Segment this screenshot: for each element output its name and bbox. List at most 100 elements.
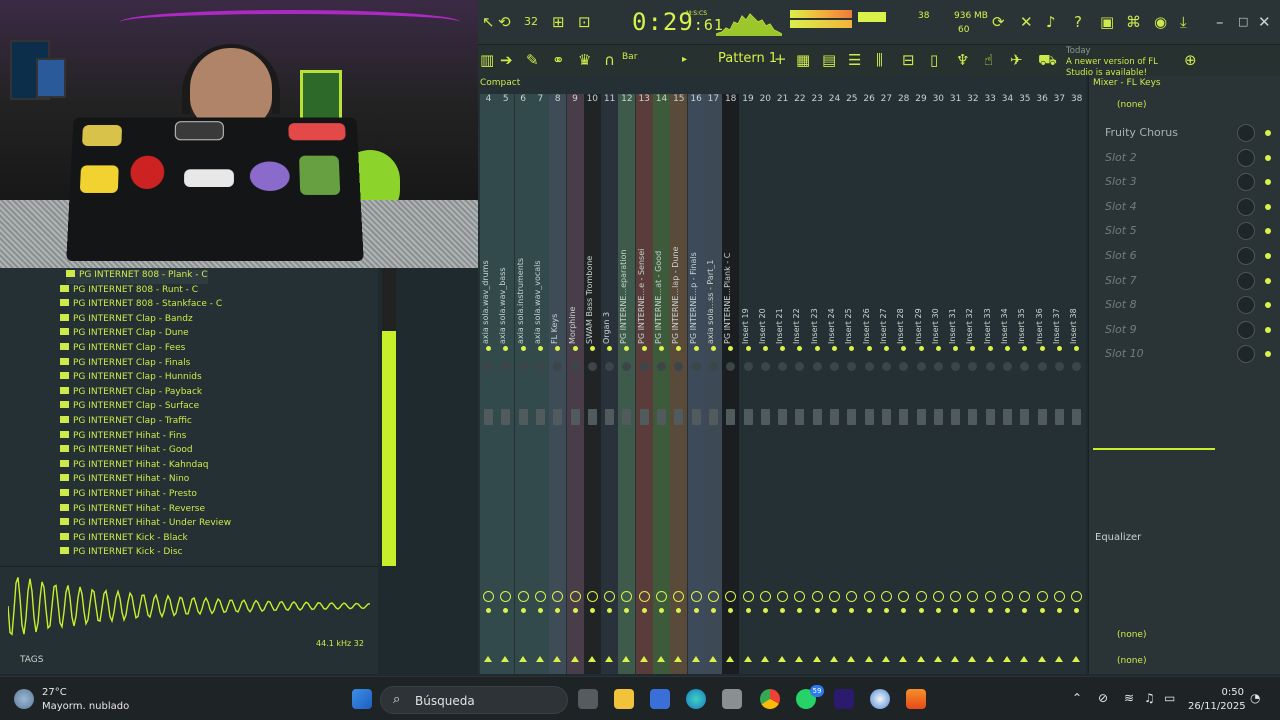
route-button[interactable] (1019, 591, 1031, 602)
send-arrow-icon[interactable] (864, 656, 873, 662)
input-select[interactable]: (none) (1117, 656, 1146, 666)
tags-label[interactable]: TAGS (20, 655, 43, 665)
notification-icon[interactable]: ◔ (1250, 691, 1260, 705)
mixer-track[interactable]: 31 Insert 31 (947, 94, 964, 674)
route-button[interactable] (552, 591, 564, 602)
chat-icon[interactable]: ◉ (1154, 14, 1167, 30)
send-arrow-icon[interactable] (639, 656, 648, 662)
volume-fader[interactable] (484, 409, 493, 425)
browser-item[interactable]: PG INTERNET Hihat - Reverse (60, 503, 205, 518)
pan-knob[interactable] (985, 362, 995, 371)
pan-knob[interactable] (570, 362, 580, 371)
file-icon[interactable]: ▯ (930, 52, 938, 68)
mixer-track[interactable]: 11 Organ 3 (601, 94, 619, 674)
volume-fader[interactable] (881, 409, 891, 425)
effect-slot[interactable]: Slot 2 (1097, 147, 1275, 169)
globe-icon[interactable]: ⊕ (1184, 52, 1197, 68)
pan-knob[interactable] (622, 362, 632, 371)
mixer-track[interactable]: 14 PG INTERNE...at - Good (653, 94, 670, 674)
track-led[interactable] (676, 346, 682, 351)
weather-desc[interactable]: Mayorm. nublado (42, 701, 129, 712)
route-button[interactable] (898, 591, 910, 602)
mix-knob[interactable] (1237, 320, 1255, 339)
mix-knob[interactable] (1237, 222, 1255, 241)
pattern-mode-icon[interactable]: ▥ (480, 52, 494, 68)
route-button[interactable] (690, 591, 702, 602)
mix-knob[interactable] (1237, 148, 1255, 167)
browser-item[interactable]: PG INTERNET Clap - Finals (60, 357, 190, 372)
pan-knob[interactable] (484, 362, 493, 371)
channel-rack-icon[interactable]: ☰ (848, 52, 861, 68)
task-view-icon[interactable] (578, 689, 598, 709)
volume-fader[interactable] (501, 409, 511, 425)
volume-fader[interactable] (622, 409, 632, 425)
pan-knob[interactable] (1037, 362, 1047, 371)
loop-icon[interactable]: ⟲ (498, 14, 511, 30)
pan-knob[interactable] (1003, 362, 1012, 371)
route-button[interactable] (967, 591, 979, 602)
send-arrow-icon[interactable] (1003, 656, 1011, 662)
send-led[interactable] (520, 608, 526, 613)
maps-icon[interactable] (870, 689, 890, 709)
output-select[interactable]: (none) (1117, 630, 1146, 640)
pan-knob[interactable] (743, 362, 753, 371)
send-arrow-icon[interactable] (968, 656, 977, 662)
track-led[interactable] (883, 346, 889, 351)
route-button[interactable] (1002, 591, 1013, 602)
pan-knob[interactable] (605, 362, 615, 371)
track-led[interactable] (987, 346, 993, 351)
send-arrow-icon[interactable] (1054, 656, 1063, 662)
send-arrow-icon[interactable] (778, 656, 787, 662)
send-led[interactable] (866, 608, 872, 613)
route-button[interactable] (483, 591, 494, 602)
route-button[interactable] (759, 591, 771, 602)
route-button[interactable] (638, 591, 650, 602)
volume-fader[interactable] (1003, 409, 1012, 425)
volume-fader[interactable] (778, 409, 788, 425)
send-arrow-icon[interactable] (812, 656, 821, 662)
mixer-track[interactable]: 23 Insert 23 (809, 94, 826, 674)
plugin-picker-icon[interactable]: ♆ (956, 52, 969, 68)
pan-knob[interactable] (657, 362, 666, 371)
link-icon[interactable]: ⚭ (552, 52, 565, 68)
send-arrow-icon[interactable] (899, 656, 908, 662)
track-led[interactable] (935, 346, 941, 351)
route-button[interactable] (984, 591, 996, 602)
volume-fader[interactable] (570, 409, 580, 425)
taskbar-time[interactable]: 0:50 (1188, 687, 1244, 698)
send-led[interactable] (486, 608, 491, 613)
mixer-track[interactable]: 29 Insert 29 (913, 94, 930, 674)
slot-led[interactable] (1265, 302, 1271, 309)
mix-knob[interactable] (1237, 124, 1255, 142)
route-button[interactable] (1053, 591, 1065, 602)
route-button[interactable] (863, 591, 875, 602)
send-led[interactable] (901, 608, 907, 613)
browser-item[interactable]: PG INTERNET Hihat - Fins (60, 430, 186, 445)
mixer-track[interactable]: 38 Insert 38 (1068, 94, 1085, 674)
edge-icon[interactable] (686, 689, 706, 709)
magnet-icon[interactable]: ∩ (604, 52, 615, 68)
send-led[interactable] (797, 608, 803, 613)
send-arrow-icon[interactable] (570, 656, 579, 662)
track-led[interactable] (641, 346, 647, 351)
mixer-track[interactable]: 36 Insert 36 (1034, 94, 1051, 674)
mixer-track[interactable]: 17 axia sola...ss - Part_1 (704, 94, 722, 674)
send-led[interactable] (970, 608, 976, 613)
start-icon[interactable] (352, 689, 372, 709)
send-led[interactable] (537, 608, 543, 613)
browser-item[interactable]: PG INTERNET Kick - Black (60, 532, 188, 547)
mixer-icon[interactable]: ⫼ (876, 52, 883, 68)
track-led[interactable] (866, 346, 872, 351)
track-led[interactable] (1056, 346, 1062, 351)
volume-fader[interactable] (951, 409, 961, 425)
route-button[interactable] (707, 591, 719, 602)
send-led[interactable] (1039, 608, 1045, 613)
volume-fader[interactable] (830, 409, 839, 425)
route-button[interactable] (500, 591, 512, 602)
tray-chevron-icon[interactable]: ⌃ (1072, 691, 1082, 705)
browser-icon[interactable]: ⊟ (902, 52, 915, 68)
plugin-icon[interactable]: ⌘ (1126, 14, 1141, 30)
mixer-track[interactable]: 37 Insert 37 (1051, 94, 1068, 674)
send-arrow-icon[interactable] (657, 656, 665, 662)
playlist-icon[interactable]: ▦ (796, 52, 810, 68)
